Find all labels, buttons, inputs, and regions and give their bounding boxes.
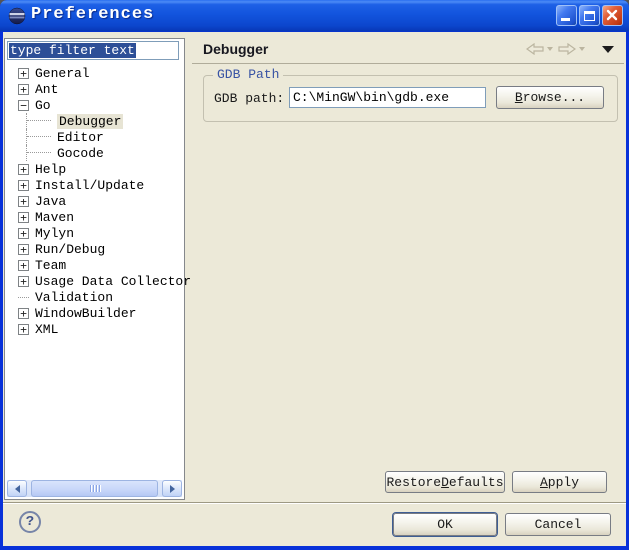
dialog-body: type filter text +General+Ant−GoDebugger… xyxy=(3,32,626,546)
tree-guide-line xyxy=(26,129,53,145)
page-title: Debugger xyxy=(203,41,268,57)
tree-item-run-debug[interactable]: + Run/Debug xyxy=(5,241,184,257)
tree-item-label: Team xyxy=(35,258,66,273)
expand-icon[interactable]: + xyxy=(18,84,29,95)
window-controls xyxy=(556,5,623,26)
tree-item-label: Maven xyxy=(35,210,74,225)
tree-guide-line xyxy=(26,113,53,129)
scroll-left-icon xyxy=(15,485,20,493)
tree-item-ant[interactable]: + Ant xyxy=(5,81,184,97)
expand-icon[interactable]: + xyxy=(18,180,29,191)
tree-item-debugger[interactable]: Debugger xyxy=(5,113,184,129)
maximize-button[interactable] xyxy=(579,5,600,26)
forward-button[interactable] xyxy=(558,43,585,55)
expand-icon[interactable]: + xyxy=(18,164,29,175)
expand-icon[interactable]: + xyxy=(18,244,29,255)
expand-icon[interactable]: + xyxy=(18,212,29,223)
cancel-button[interactable]: Cancel xyxy=(505,513,611,536)
horizontal-scrollbar[interactable] xyxy=(7,480,182,497)
tree-item-label: Usage Data Collector xyxy=(35,274,191,289)
apply-button[interactable]: Apply xyxy=(512,471,607,493)
scroll-right-button[interactable] xyxy=(162,480,182,497)
help-icon: ? xyxy=(26,514,34,530)
eclipse-logo-icon xyxy=(8,7,26,25)
tree-item-maven[interactable]: + Maven xyxy=(5,209,184,225)
tree-item-label: Run/Debug xyxy=(35,242,105,257)
tree-item-label: Editor xyxy=(57,130,104,145)
tree-item-label: Go xyxy=(35,98,51,113)
view-menu-icon xyxy=(602,46,614,53)
tree-item-label: Help xyxy=(35,162,66,177)
expand-icon[interactable]: + xyxy=(18,308,29,319)
preferences-dialog: Preferences type filter text + General + An… xyxy=(0,0,629,550)
tree-item-label: General xyxy=(35,66,90,81)
scrollbar-thumb[interactable] xyxy=(31,480,158,497)
close-icon xyxy=(603,6,622,25)
tree-guide-line xyxy=(26,145,53,161)
collapse-icon[interactable]: − xyxy=(18,100,29,111)
expand-icon[interactable]: + xyxy=(18,276,29,287)
category-tree-panel: type filter text +General+Ant−GoDebugger… xyxy=(4,38,185,500)
tree-item-label: Validation xyxy=(35,290,113,305)
titlebar: Preferences xyxy=(0,0,629,32)
tree-item-mylyn[interactable]: + Mylyn xyxy=(5,225,184,241)
browse-button[interactable]: Browse... xyxy=(496,86,604,109)
page-navigation xyxy=(526,43,614,55)
minimize-button[interactable] xyxy=(556,5,577,26)
tree-item-xml[interactable]: + XML xyxy=(5,321,184,337)
tree-item-label: WindowBuilder xyxy=(35,306,136,321)
tree-item-label: XML xyxy=(35,322,58,337)
preference-page-panel: Debugger xyxy=(190,32,626,502)
gdb-path-label: GDB path: xyxy=(214,91,284,106)
tree-item-install-update[interactable]: + Install/Update xyxy=(5,177,184,193)
footer-bar: ? OK Cancel xyxy=(3,504,626,546)
tree-connector xyxy=(18,297,29,298)
tree-item-label: Install/Update xyxy=(35,178,144,193)
window-title: Preferences xyxy=(31,5,154,24)
view-menu-button[interactable] xyxy=(590,46,614,53)
header-separator xyxy=(192,63,624,64)
tree-item-label: Gocode xyxy=(57,146,104,161)
page-header: Debugger xyxy=(190,38,626,62)
tree-item-editor[interactable]: Editor xyxy=(5,129,184,145)
tree-item-usage-data-collector[interactable]: +Usage Data Collector xyxy=(5,273,184,289)
back-dropdown-icon xyxy=(547,47,553,51)
forward-arrow-icon xyxy=(558,43,576,55)
gdb-path-group: GDB Path GDB path: Browse... xyxy=(203,75,618,122)
tree-item-validation[interactable]: Validation xyxy=(5,289,184,305)
tree-item-label: Ant xyxy=(35,82,58,97)
close-button[interactable] xyxy=(602,5,623,26)
gdb-path-input[interactable] xyxy=(289,87,486,108)
back-button[interactable] xyxy=(526,43,553,55)
help-button[interactable]: ? xyxy=(19,511,41,533)
minimize-icon xyxy=(561,18,570,21)
tree-item-go[interactable]: −Go xyxy=(5,97,184,113)
tree-item-gocode[interactable]: Gocode xyxy=(5,145,184,161)
ok-button[interactable]: OK xyxy=(393,513,497,536)
tree-item-team[interactable]: + Team xyxy=(5,257,184,273)
restore-defaults-button[interactable]: Restore Defaults xyxy=(385,471,505,493)
expand-icon[interactable]: + xyxy=(18,260,29,271)
scroll-left-button[interactable] xyxy=(7,480,27,497)
filter-input[interactable]: type filter text xyxy=(7,41,179,60)
tree-item-label: Java xyxy=(35,194,66,209)
filter-text-selected: type filter text xyxy=(9,43,136,58)
tree-item-windowbuilder[interactable]: + WindowBuilder xyxy=(5,305,184,321)
back-arrow-icon xyxy=(526,43,544,55)
expand-icon[interactable]: + xyxy=(18,68,29,79)
expand-icon[interactable]: + xyxy=(18,228,29,239)
group-label: GDB Path xyxy=(213,67,283,82)
forward-dropdown-icon xyxy=(579,47,585,51)
expand-icon[interactable]: + xyxy=(18,196,29,207)
tree-item-java[interactable]: + Java xyxy=(5,193,184,209)
tree-item-help[interactable]: + Help xyxy=(5,161,184,177)
tree-item-label: Debugger xyxy=(57,114,123,129)
tree-item-label: Mylyn xyxy=(35,226,74,241)
tree-item-general[interactable]: + General xyxy=(5,65,184,81)
maximize-icon xyxy=(584,11,595,21)
scroll-right-icon xyxy=(170,485,175,493)
preferences-tree: +General+Ant−GoDebuggerEditorGocode+Help… xyxy=(5,65,184,337)
expand-icon[interactable]: + xyxy=(18,324,29,335)
